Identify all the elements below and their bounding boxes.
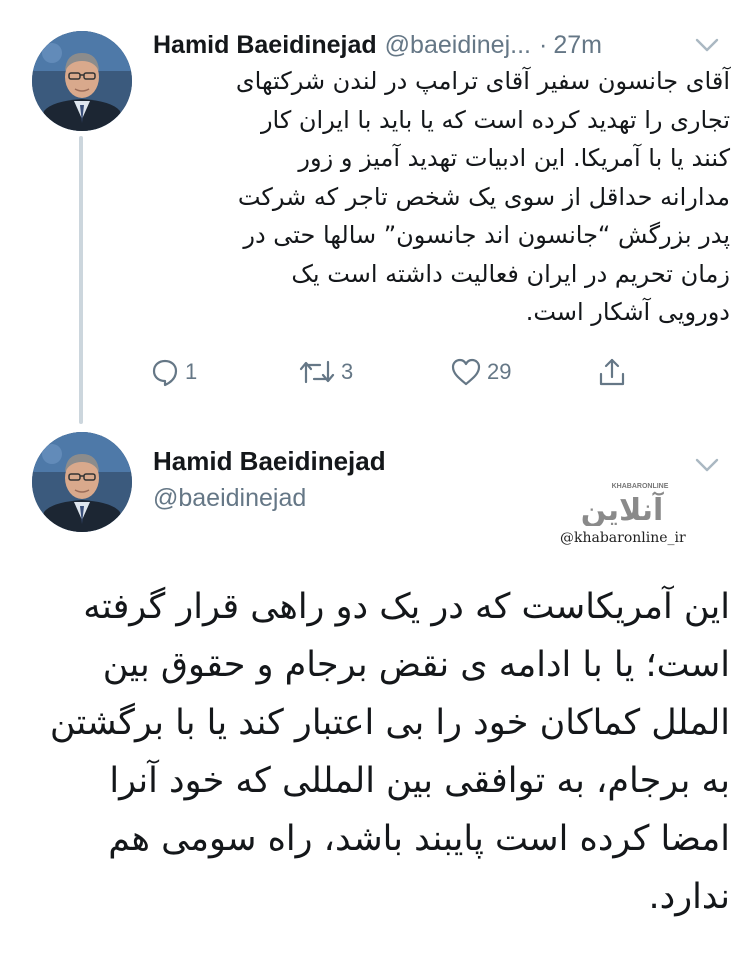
avatar[interactable] xyxy=(32,432,132,532)
tweet-text-line: است؛ یا با ادامه ی نقض برجام و حقوق بین xyxy=(102,645,730,685)
tweet-header: Hamid Baeidinejad @baeidinej... · 27m xyxy=(153,27,723,63)
share-button[interactable] xyxy=(596,352,628,392)
watermark-handle: @khabaronline_ir xyxy=(560,530,686,546)
logo-small-text: KHABARONLINE xyxy=(612,483,669,490)
like-button[interactable]: 29 xyxy=(450,352,511,392)
reply-button[interactable]: 1 xyxy=(150,352,197,392)
separator-dot: · xyxy=(538,30,548,59)
retweet-count: 3 xyxy=(341,359,354,384)
chevron-down-icon[interactable] xyxy=(694,36,720,54)
tweet-text-line: این آمریکاست که در یک دو راهی قرار گرفته xyxy=(83,587,730,627)
tweet-text: آقای جانسون سفیر آقای ترامپ در لندن شرکت… xyxy=(140,62,730,332)
tweet-text-line: آقای جانسون سفیر آقای ترامپ در لندن شرکت… xyxy=(235,67,730,95)
thread-connector-line xyxy=(79,136,83,424)
like-count: 29 xyxy=(487,359,512,384)
author-handle[interactable]: @baeidinejad xyxy=(153,484,306,513)
tweet-text-line: ندارد. xyxy=(648,877,730,917)
tweet-text-line: دورویی آشکار است. xyxy=(525,298,730,326)
heart-icon xyxy=(451,358,481,386)
tweet-thread-screenshot: Hamid Baeidinejad @baeidinej... · 27m آق… xyxy=(0,0,750,964)
avatar-photo xyxy=(32,432,132,532)
author-handle[interactable]: @baeidinej... xyxy=(385,31,531,60)
retweet-icon xyxy=(299,360,335,384)
tweet-text-line: الملل کماکان خود را بی اعتبار کند یا با … xyxy=(49,703,730,743)
tweet-text-line: به برجام، به توافقی بین المللی که خود آن… xyxy=(109,761,730,801)
avatar[interactable] xyxy=(32,31,132,131)
tweet-text-line: تجاری را تهدید کرده است که یا باید با ای… xyxy=(260,105,730,134)
author-name[interactable]: Hamid Baeidinejad xyxy=(153,31,377,60)
tweet-text-line: امضا کرده است پایبند باشد، راه سومی هم xyxy=(108,819,730,859)
tweet-text-line: مدارانه حداقل از سوی یک شخص تاجر که شرکت xyxy=(237,182,730,211)
author-name[interactable]: Hamid Baeidinejad xyxy=(153,446,386,477)
retweet-button[interactable]: 3 xyxy=(298,352,353,392)
tweet-action-bar: 1 3 29 xyxy=(150,352,650,392)
tweet-text-line: پدر بزرگش “جانسون اند جانسون” سالها حتی … xyxy=(243,221,730,249)
tweet-text: این آمریکاست که در یک دو راهی قرار گرفته… xyxy=(40,578,730,926)
chevron-down-icon[interactable] xyxy=(694,456,720,474)
reply-icon xyxy=(152,359,178,387)
khabaronline-logo: KHABARONLINE آنلاین xyxy=(581,483,669,526)
logo-text: آنلاین xyxy=(581,491,664,526)
tweet-text-line: زمان تحریم در ایران فعالیت داشته است یک xyxy=(291,259,730,288)
watermark: KHABARONLINE آنلاین @khabaronline_ir xyxy=(560,476,710,566)
share-icon xyxy=(599,358,625,386)
reply-count: 1 xyxy=(185,359,198,384)
tweet-timestamp[interactable]: 27m xyxy=(553,31,602,60)
avatar-photo xyxy=(32,31,132,131)
tweet-text-line: کنند یا با آمریکا. این ادبیات تهدید آمیز… xyxy=(298,144,730,172)
